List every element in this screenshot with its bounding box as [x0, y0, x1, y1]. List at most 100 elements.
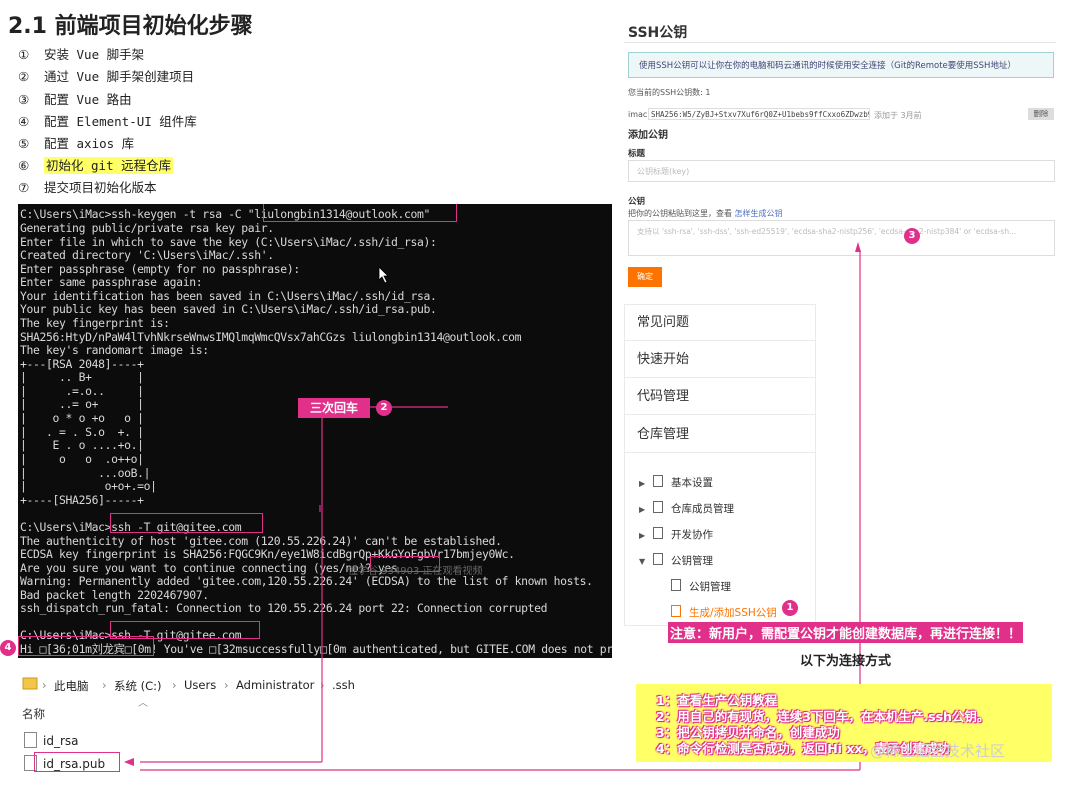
key-name: imac [628, 110, 648, 119]
menu-subitem-active[interactable]: 生成/添加SSH公钥 [671, 605, 777, 620]
step-badge: 1 [782, 600, 798, 616]
terminal-line: | o o .o++o| [20, 452, 144, 466]
step-item: ① 安装 Vue 脚手架 [18, 44, 144, 63]
help-menu: 常见问题 快速开始 代码管理 仓库管理 ▶ 基本设置 ▶ 仓库成员管理 ▶ 开发协作 … [624, 304, 816, 626]
hi-user-highlight-box [18, 636, 154, 656]
step-badge: 2 [376, 400, 392, 416]
menu-item-label: 基本设置 [671, 477, 713, 489]
breadcrumb-separator: › [102, 678, 107, 692]
terminal-line: | o * o +o o | [20, 411, 144, 425]
doc-icon [653, 553, 663, 565]
how-to-generate-link[interactable]: 怎样生成公钥 [735, 209, 783, 218]
pub-file-highlight-box [34, 752, 120, 772]
step-text: 通过 Vue 脚手架创建项目 [44, 69, 195, 84]
step-item: ⑤ 配置 axios 库 [18, 133, 134, 152]
file-explorer: › 此电脑 › 系统 (C:) › Users › Administrator … [18, 668, 356, 786]
menu-item-label: 仓库成员管理 [671, 503, 734, 515]
column-header-name[interactable]: 名称 [22, 706, 45, 722]
file-icon [24, 732, 37, 748]
title-label: 标题 [628, 149, 646, 159]
ssh-panel-title: SSH公钥 [628, 25, 688, 41]
menu-item-label: 公钥管理 [671, 555, 713, 567]
menu-section[interactable]: 常见问题 [625, 305, 815, 341]
step-number: ③ [18, 92, 30, 107]
step-text: 安装 Vue 脚手架 [44, 47, 145, 62]
menu-subitem-label: 生成/添加SSH公钥 [689, 607, 777, 619]
step-number: ① [18, 47, 30, 62]
step-number: ④ [18, 114, 30, 129]
terminal-line: | o+o+.=o| [20, 479, 157, 493]
key-count: 您当前的SSH公钥数: 1 [628, 88, 711, 97]
terminal-line: Warning: Permanently added 'gitee.com,12… [20, 574, 593, 588]
breadcrumb-item[interactable]: Administrator [236, 678, 314, 692]
terminal-line: Generating public/private rsa key pair. [20, 221, 274, 235]
step-item: ④ 配置 Element-UI 组件库 [18, 111, 197, 130]
breadcrumb-separator: › [42, 678, 47, 692]
terminal-line: | ..= o+ | [20, 397, 144, 411]
menu-item[interactable]: ▶ 仓库成员管理 [639, 501, 734, 516]
terminal-line: +----[SHA256]-----+ [20, 493, 144, 507]
doc-icon [671, 579, 681, 591]
breadcrumb-separator: › [172, 678, 177, 692]
key-title-input[interactable]: 公钥标题(key) [628, 160, 1055, 182]
doc-icon [653, 527, 663, 539]
step-item: ② 通过 Vue 脚手架创建项目 [18, 66, 194, 85]
step-item: ③ 配置 Vue 路由 [18, 89, 132, 108]
chevron-right-icon: ▶ [639, 479, 646, 488]
breadcrumb-separator: › [320, 678, 325, 692]
step-text: 配置 Element-UI 组件库 [44, 114, 197, 129]
public-key-textarea[interactable]: 支持以 'ssh-rsa', 'ssh-dss', 'ssh-ed25519',… [628, 220, 1055, 256]
file-name: id_rsa [43, 734, 79, 748]
breadcrumb-item[interactable]: 系统 (C:) [114, 678, 162, 694]
step-number: ② [18, 69, 30, 84]
file-row[interactable]: id_rsa [24, 732, 79, 748]
terminal-line: | .. B+ | [20, 370, 144, 384]
delete-key-button[interactable]: 删除 [1028, 108, 1054, 120]
key-hint: 把你的公钥粘贴到这里，查看 怎样生成公钥 [628, 208, 783, 219]
menu-section[interactable]: 快速开始 [625, 342, 815, 378]
key-fingerprint-field: SHA256:W5/ZyBJ+Stxv7Xuf6rQ0Z+U1bebs9ffCx… [648, 108, 870, 120]
terminal-line: Enter same passphrase again: [20, 275, 203, 289]
terminal-window[interactable]: C:\Users\iMac>ssh-keygen -t rsa -C "liul… [18, 204, 612, 658]
chevron-down-icon: ▼ [639, 557, 646, 566]
key-label: 公钥 [628, 197, 646, 207]
sort-chevron-up-icon[interactable]: ︿ [138, 694, 148, 709]
menu-subitem-label: 公钥管理 [689, 581, 731, 593]
menu-section[interactable]: 代码管理 [625, 379, 815, 415]
terminal-line: ssh_dispatch_run_fatal: Connection to 12… [20, 601, 548, 615]
page-title: 2.1 前端项目初始化步骤 [8, 14, 253, 39]
chevron-right-icon: ▶ [639, 531, 646, 540]
annotation-enter-three: 三次回车 [298, 398, 370, 418]
annotation-method: 以下为连接方式 [800, 654, 892, 669]
divider [624, 42, 1056, 43]
step-text: 初始化 git 远程仓库 [44, 157, 174, 174]
doc-icon [671, 605, 681, 617]
menu-section[interactable]: 仓库管理 [625, 417, 815, 453]
terminal-line: The key's randomart image is: [20, 343, 209, 357]
chevron-right-icon: ▶ [639, 505, 646, 514]
menu-item[interactable]: ▶ 基本设置 [639, 475, 713, 490]
step-badge: 4 [0, 640, 16, 656]
step-number: ⑥ [18, 158, 30, 173]
menu-item[interactable]: ▶ 开发协作 [639, 527, 713, 542]
terminal-line: ECDSA key fingerprint is SHA256:FQGC9Kn/… [20, 547, 515, 561]
video-watermark: 懂学谷 334903 正在观看视频 [348, 566, 483, 577]
email-highlight-box [263, 204, 457, 222]
step-number: ⑦ [18, 180, 30, 195]
info-box: 使用SSH公钥可以让你在你的电脑和码云通讯的时候使用安全连接（Git的Remot… [628, 52, 1054, 78]
terminal-line: Your public key has been saved in C:\Use… [20, 302, 437, 316]
doc-icon [653, 475, 663, 487]
menu-item-expanded[interactable]: ▼ 公钥管理 [639, 553, 713, 568]
terminal-line: The key fingerprint is: [20, 316, 170, 330]
menu-item-label: 开发协作 [671, 529, 713, 541]
confirm-button[interactable]: 确定 [628, 267, 662, 287]
breadcrumb-item[interactable]: 此电脑 [54, 678, 89, 694]
breadcrumb-item[interactable]: .ssh [332, 678, 355, 692]
folder-icon [22, 677, 38, 690]
step-item: ⑦ 提交项目初始化版本 [18, 177, 157, 196]
menu-subitem[interactable]: 公钥管理 [671, 579, 731, 594]
terminal-line: | E . o ....+o.| [20, 438, 144, 452]
annotation-notice: 注意：新用户，需配置公钥才能创建数据库，再进行连接！！ [668, 622, 1024, 643]
breadcrumb-item[interactable]: Users [184, 678, 216, 692]
step-text: 提交项目初始化版本 [44, 180, 157, 195]
